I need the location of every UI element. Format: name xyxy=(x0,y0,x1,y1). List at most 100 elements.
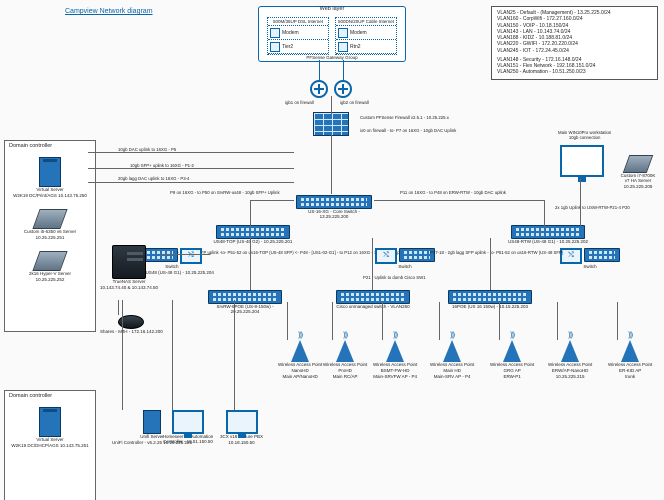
ap-icon: ))) xyxy=(386,340,404,362)
switch-glyph-icon: ⤭ xyxy=(180,248,202,264)
ap-c-sub: Main-SRVFW AP - P4 xyxy=(373,375,417,380)
link-line xyxy=(319,60,320,80)
domain-controller-1: Domain controller Virtual Server W2K19 D… xyxy=(4,140,96,332)
ha-server: Custom i7-8700K v7 HA Server 10.25.225.2… xyxy=(618,155,658,190)
dc1-hv-name: 2k16 Hyper-V Server xyxy=(11,272,89,277)
dc2-vm-sub: W2K19 DC/DHCP/AGS 10.143.75.251 xyxy=(11,444,89,449)
server-icon xyxy=(39,157,61,187)
wan-cable-box: 500DN/20UP Cable Internet Modem Rtn2 xyxy=(335,17,397,55)
shares: Shares - MJH - 172.16.142.200 xyxy=(100,315,163,335)
pc-icon xyxy=(172,410,204,434)
router-icon xyxy=(334,80,352,98)
link-line xyxy=(499,302,500,340)
link-line xyxy=(490,238,491,290)
tier2-icon xyxy=(270,42,280,52)
16poe-switch: 16POE (US 16 150w) - 10.15.225.203 xyxy=(445,290,535,310)
ap-e-sub: ERW-P1 xyxy=(490,375,534,380)
link-line xyxy=(343,60,344,80)
link-line xyxy=(88,182,294,183)
router-icon xyxy=(310,80,328,98)
switch-icon xyxy=(208,290,282,304)
link-line xyxy=(544,200,545,228)
shares-label: Shares - MJH - 172.16.142.200 xyxy=(100,330,163,335)
ap-f-sub: 10.25.225.215 xyxy=(548,375,592,380)
ap-icon: ))) xyxy=(621,340,639,362)
link-line xyxy=(372,238,373,290)
16poe-label: 16POE (US 16 150w) - 10.15.225.203 xyxy=(445,305,535,310)
dc1-host-sub: 10.25.225.251 xyxy=(11,236,89,241)
link-line xyxy=(374,200,544,201)
ap-icon: ))) xyxy=(336,340,354,362)
link-line xyxy=(382,302,383,340)
nas-icon xyxy=(112,245,146,279)
core-left3-label: 20gb lagg DAC uplink to 16XG - P3-4 xyxy=(118,176,189,181)
truenas: TrueNAS Server 10.143.74.40 & 10.143.74.… xyxy=(100,245,158,291)
switch-icon xyxy=(511,225,585,239)
igb1-label: igb1 on firewall xyxy=(285,100,314,105)
link-line xyxy=(332,302,333,340)
link-line xyxy=(331,134,332,194)
vlan-legend: VLAN25 - Default - (Management) - 13.25.… xyxy=(491,6,658,80)
core-switch: US-16-XG - Core Switch - 13.25.225.200 xyxy=(294,195,374,220)
truenas-sub: 10.143.74.40 & 10.143.74.50 xyxy=(100,286,158,291)
switch-glyph-icon: ⤭ xyxy=(375,248,397,264)
wan-dsl-box: 500M/35UP DSL Internet Modem Tier2 xyxy=(267,17,329,55)
modem-icon xyxy=(270,28,280,38)
srvrw-8poe-label: SrvRW-8POE (US-8-150w) - 20.25.225.204 xyxy=(205,305,285,315)
homeseer: Homeseer v4 Automation Controller - 10.5… xyxy=(158,410,218,445)
link-line xyxy=(580,178,581,226)
ap-a-sub: Main AP/NanoHD xyxy=(278,375,322,380)
switch-icon xyxy=(448,290,532,304)
ha-server-name: Custom i7-8700K v7 HA Server xyxy=(618,174,658,184)
rtn2-label: Rtn2 xyxy=(350,44,361,50)
link-line xyxy=(617,302,618,340)
pbx-sub: 10.18.150.50 xyxy=(220,441,263,446)
erw-p17-label: P17-18 - 2gb lagg SFP uplink - to- P51-5… xyxy=(430,250,563,255)
ap-icon: ))) xyxy=(443,340,461,362)
dc1-title: Domain controller xyxy=(9,143,52,149)
link-line xyxy=(88,168,294,169)
switch-cascade-mid-label: Switch xyxy=(375,265,435,270)
pc-head-label: Main WIN10Pro workstation 10gb connectio… xyxy=(558,130,611,140)
ap-b: ))) Wireless Access PointProHDMain RC/AP xyxy=(323,340,367,380)
core-switch-label: US-16-XG - Core Switch - 13.25.225.200 xyxy=(294,210,374,220)
core-p11-label: P11 on 16XG - to P48 on ERW-RTW - 10gb D… xyxy=(400,190,506,195)
dc1-host: Custom i5-6350 v6 Server 10.25.225.251 xyxy=(11,209,89,241)
switch-icon xyxy=(296,195,372,209)
us48-top-switch: US48-TOP (US-48 G2) - 10.25.225.201 xyxy=(213,225,293,245)
ap-f: ))) Wireless Access PointERW/AP-NanoHD10… xyxy=(548,340,592,380)
link-line xyxy=(439,302,440,340)
modem2-label: Modem xyxy=(350,30,367,36)
link-line xyxy=(122,300,123,410)
link-line xyxy=(250,238,251,290)
ap-g: ))) Wireless Access PointER-KID APtrunk xyxy=(608,340,652,380)
ha-server-sub: 10.25.225.205 xyxy=(618,185,658,190)
pbx: 3CX v18 Secure PBX 10.18.150.50 xyxy=(220,410,263,446)
link-line xyxy=(250,200,251,228)
ap-d: ))) Wireless Access PointMain HDMain-SRV… xyxy=(430,340,474,380)
dc1-vm: Virtual Server W2K19 DC/Print/AGS 10.143… xyxy=(11,157,89,199)
dc2-vm: Virtual Server W2K19 DC/DHCP/AGS 10.143.… xyxy=(11,407,89,449)
link-line xyxy=(331,96,332,114)
ap-icon: ))) xyxy=(291,340,309,362)
modem2-icon xyxy=(338,28,348,38)
modem-label: Modem xyxy=(282,30,299,36)
rtn2-icon xyxy=(338,42,348,52)
ap-a: ))) Wireless Access PointNanoHDMain AP/N… xyxy=(278,340,322,380)
domain-controller-2: Domain controller Virtual Server W2K19 D… xyxy=(4,390,96,500)
dc1-hyperv: 2k16 Hyper-V Server 10.25.225.252 xyxy=(11,251,89,283)
switch-cascade-right-label: Switch xyxy=(560,265,620,270)
cisco-switch: Cisco unmanaged switch - VLAN250 xyxy=(333,290,413,310)
tier2-label: Tier2 xyxy=(282,44,293,50)
switch-icon xyxy=(336,290,410,304)
wan-cable-label: 500DN/20UP Cable Internet xyxy=(336,18,396,26)
ap-b-sub: Main RC/AP xyxy=(323,375,367,380)
pc-icon xyxy=(226,410,258,434)
switch-cascade-mid: ⤭ Switch xyxy=(375,248,435,270)
wan-dsl-label: 500M/35UP DSL Internet xyxy=(268,18,328,26)
switch-icon xyxy=(216,225,290,239)
diagram-title: Campview Network diagram xyxy=(65,8,153,15)
us48-rtw-label: US48-RTW (US-48 G1) - 10.25.225.202 xyxy=(508,240,588,245)
srvrw-8poe: SrvRW-8POE (US-8-150w) - 20.25.225.204 xyxy=(205,290,285,315)
server-icon xyxy=(39,407,61,437)
